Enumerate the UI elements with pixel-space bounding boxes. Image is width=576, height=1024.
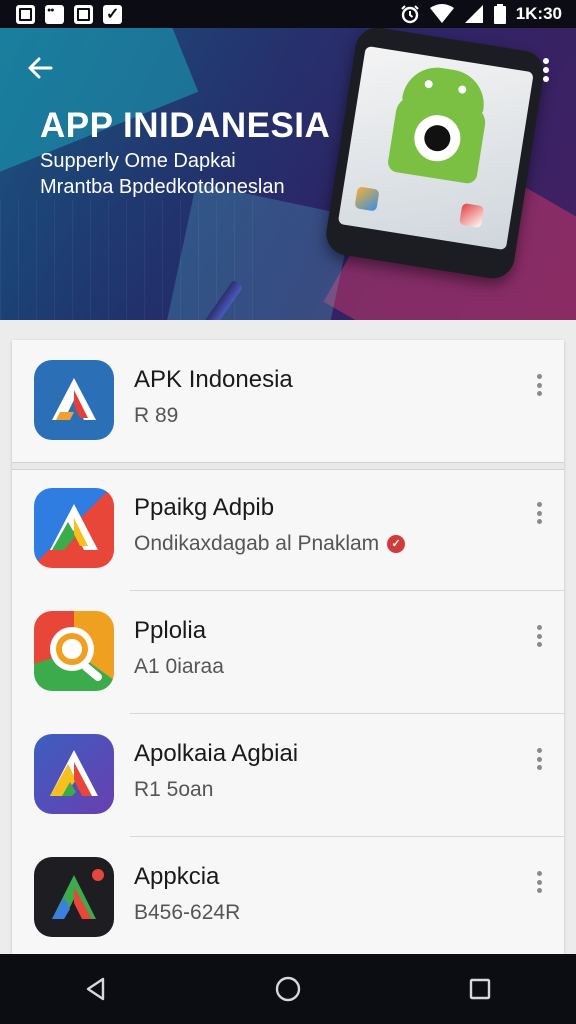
mini-app-icon bbox=[354, 186, 380, 212]
phone-illustration bbox=[323, 28, 547, 282]
mini-app-icon bbox=[459, 202, 485, 229]
check-icon bbox=[103, 4, 122, 24]
nav-home-icon bbox=[275, 976, 301, 1002]
app-subtitle-text: Ondikaxdagab al Pnaklam bbox=[134, 532, 380, 555]
alarm-icon bbox=[400, 5, 419, 24]
gallery-icon bbox=[45, 4, 64, 24]
phone-screen bbox=[337, 45, 534, 251]
app-name: APK Indonesia bbox=[134, 366, 293, 393]
app-name: Ppaikg Adpib bbox=[134, 494, 275, 521]
header-banner: APP INIDANESIA Supperly Ome Dapkai Mrant… bbox=[0, 28, 576, 320]
nav-recents-icon bbox=[469, 978, 491, 1000]
list-item[interactable]: Ppaikg Adpib Ondikaxdagab al Pnaklam ✓ bbox=[12, 468, 564, 590]
status-right-icons: 1K:30 bbox=[400, 4, 562, 24]
navigation-bar bbox=[0, 954, 576, 1024]
list-item[interactable]: APK Indonesia R 89 bbox=[12, 340, 564, 462]
app-subtitle-text: B456-624R bbox=[134, 901, 241, 924]
apk-indonesia-icon bbox=[34, 360, 114, 440]
arrow-back-icon bbox=[28, 57, 53, 79]
overflow-menu-button[interactable] bbox=[534, 52, 558, 88]
image-icon bbox=[16, 4, 35, 24]
app-subtitle: Ondikaxdagab al Pnaklam ✓ bbox=[134, 532, 406, 556]
app-subtitle: R 89 bbox=[134, 404, 178, 428]
more-vert-icon[interactable] bbox=[532, 621, 546, 651]
back-button[interactable] bbox=[22, 50, 58, 86]
more-vert-icon[interactable] bbox=[532, 370, 546, 400]
banner-subtitle: Supperly Ome Dapkai bbox=[40, 150, 236, 172]
status-bar: 1K:30 bbox=[0, 0, 576, 28]
banner-title: APP INIDANESIA bbox=[40, 106, 331, 145]
apolkaia-agbiai-icon bbox=[34, 734, 114, 814]
app-name: Appkcia bbox=[134, 863, 220, 890]
app-name: Apolkaia Agbiai bbox=[134, 740, 299, 767]
verified-badge-icon: ✓ bbox=[387, 535, 406, 553]
pplolia-icon bbox=[34, 611, 114, 691]
app-subtitle: R1 5oan bbox=[134, 778, 213, 802]
signal-icon bbox=[464, 5, 483, 23]
app-list: APK Indonesia R 89 Ppaikg Adpib Ondikaxd… bbox=[12, 340, 564, 954]
nav-back-button[interactable] bbox=[66, 959, 126, 1019]
nav-back-icon bbox=[86, 977, 105, 1001]
more-vert-icon[interactable] bbox=[532, 498, 546, 528]
status-left-icons bbox=[16, 4, 122, 24]
app-name: Pplolia bbox=[134, 617, 207, 644]
app-subtitle-text: R1 5oan bbox=[134, 778, 214, 801]
more-vert-icon[interactable] bbox=[532, 744, 546, 774]
appkcia-icon bbox=[34, 857, 114, 937]
list-item[interactable]: Apolkaia Agbiai R1 5oan bbox=[12, 714, 564, 836]
wifi-icon bbox=[429, 4, 454, 23]
app-subtitle-text: R 89 bbox=[134, 404, 179, 427]
clock-time: 1K:30 bbox=[515, 4, 562, 23]
more-vert-icon[interactable] bbox=[532, 867, 546, 897]
list-item[interactable]: Pplolia A1 0iaraa bbox=[12, 591, 564, 713]
app-subtitle: A1 0iaraa bbox=[134, 655, 224, 679]
app-subtitle-text: A1 0iaraa bbox=[134, 655, 224, 678]
list-item[interactable]: Appkcia B456-624R bbox=[12, 837, 564, 954]
notification-icon bbox=[74, 4, 93, 24]
app-subtitle: B456-624R bbox=[134, 901, 240, 925]
ppaikg-adpib-icon bbox=[34, 488, 114, 568]
nav-recents-button[interactable] bbox=[450, 959, 510, 1019]
banner-subtitle: Mrantba Bpdedkotdoneslan bbox=[40, 176, 285, 198]
more-vert-icon bbox=[543, 58, 549, 82]
nav-home-button[interactable] bbox=[258, 959, 318, 1019]
battery-icon bbox=[493, 4, 506, 24]
